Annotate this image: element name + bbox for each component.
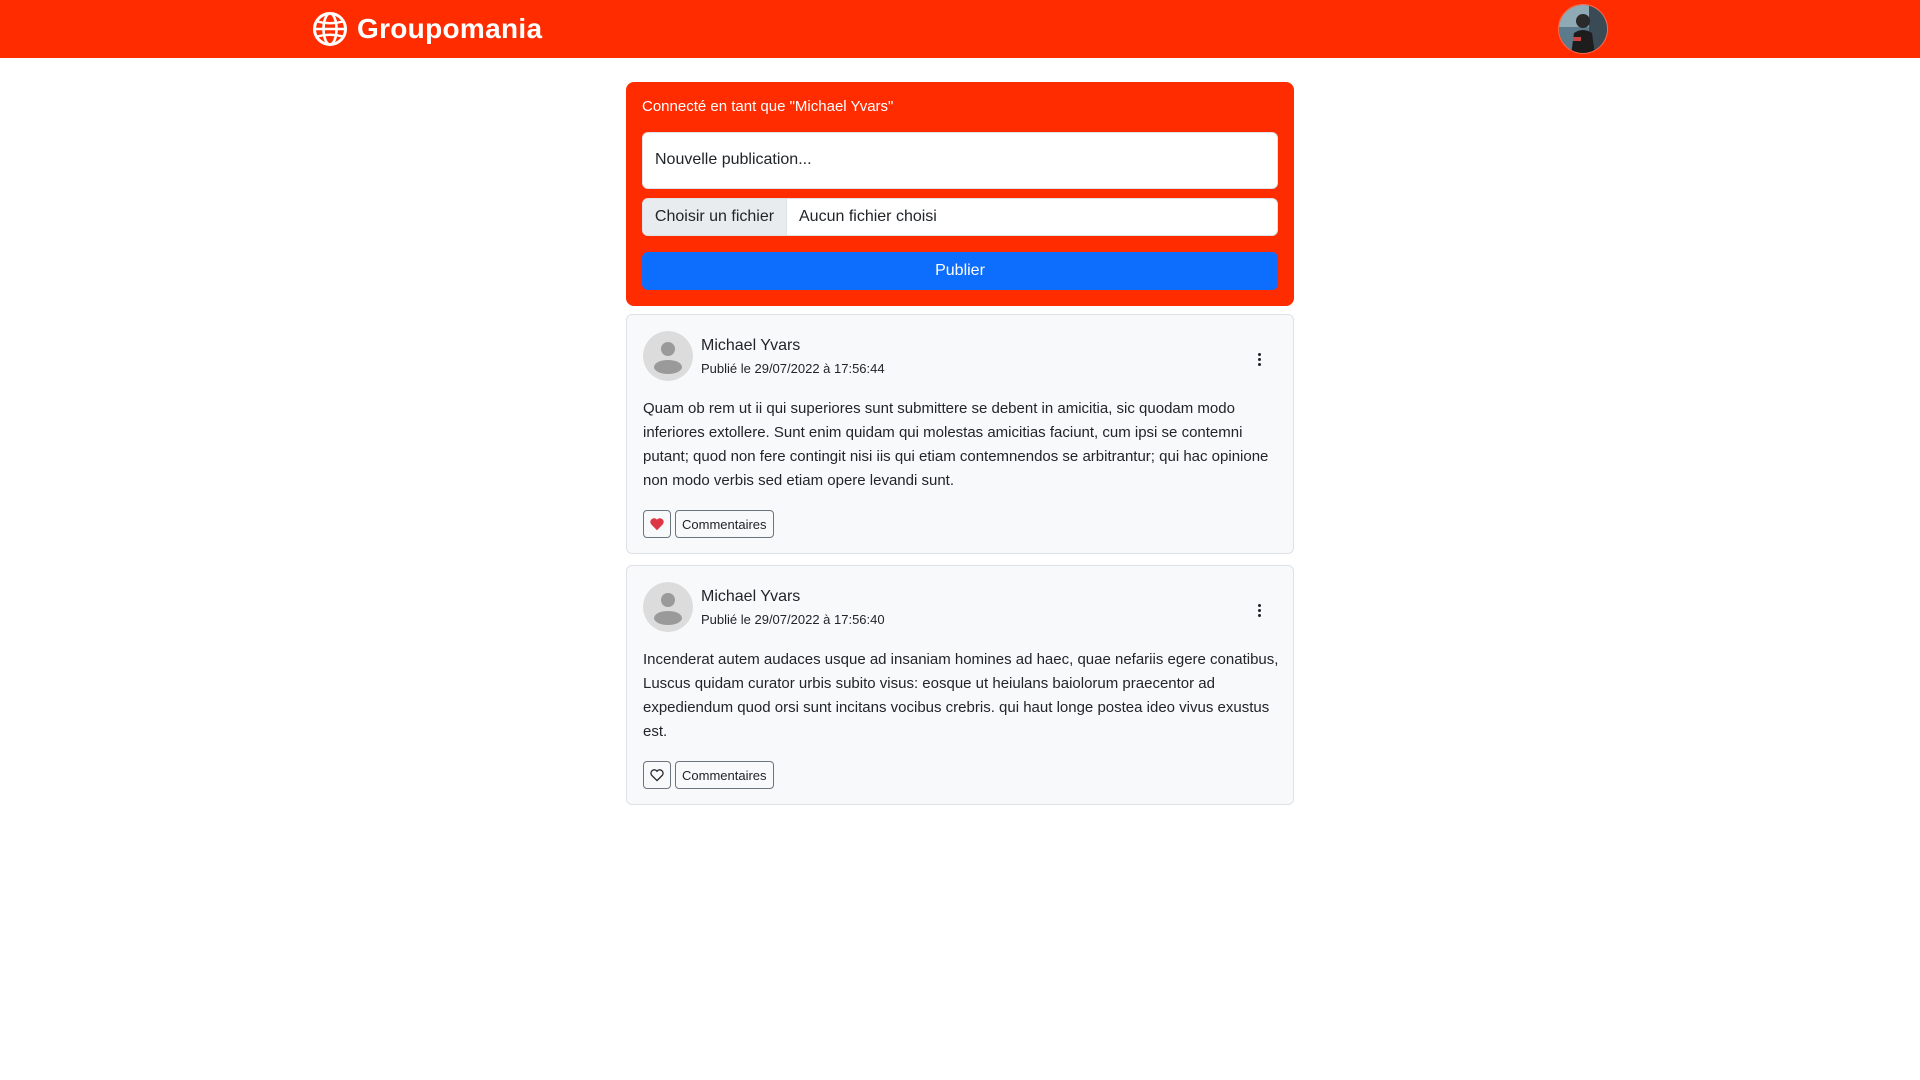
choose-file-button[interactable]: Choisir un fichier (643, 199, 787, 235)
new-post-composer: Connecté en tant que "Michael Yvars" Cho… (626, 82, 1294, 306)
heart-filled-icon (650, 518, 664, 531)
post-author: Michael Yvars (701, 588, 801, 605)
post-card: Michael Yvars Publié le 29/07/2022 à 17:… (626, 314, 1294, 554)
brand-name: Groupomania (357, 13, 543, 44)
brand-link[interactable]: Groupomania (312, 10, 542, 48)
post-body: Incenderat autem audaces usque ad insani… (643, 651, 1279, 740)
navbar: Groupomania (0, 0, 1920, 58)
new-post-textarea[interactable] (642, 132, 1278, 189)
file-status: Aucun fichier choisi (799, 208, 937, 225)
file-input[interactable]: Choisir un fichier Aucun fichier choisi (642, 198, 1278, 236)
post-body: Quam ob rem ut ii qui superiores sunt su… (643, 400, 1269, 489)
more-options-icon[interactable] (1249, 347, 1269, 371)
publish-button[interactable]: Publier (642, 252, 1278, 290)
post-date: Publié le 29/07/2022 à 17:56:44 (701, 361, 885, 376)
connected-as-label: Connecté en tant que "Michael Yvars" (642, 98, 894, 115)
post-author: Michael Yvars (701, 337, 801, 354)
heart-outline-icon (650, 769, 664, 782)
like-button[interactable] (643, 510, 671, 538)
comments-button[interactable]: Commentaires (675, 510, 774, 538)
post-date: Publié le 29/07/2022 à 17:56:40 (701, 612, 885, 627)
avatar-photo (1559, 5, 1607, 53)
like-button[interactable] (643, 761, 671, 789)
post-card: Michael Yvars Publié le 29/07/2022 à 17:… (626, 565, 1294, 805)
default-avatar-icon (643, 582, 693, 632)
default-avatar-icon (643, 331, 693, 381)
comments-button[interactable]: Commentaires (675, 761, 774, 789)
more-options-icon[interactable] (1249, 598, 1269, 622)
user-avatar[interactable] (1558, 4, 1608, 54)
globe-icon (313, 12, 347, 46)
